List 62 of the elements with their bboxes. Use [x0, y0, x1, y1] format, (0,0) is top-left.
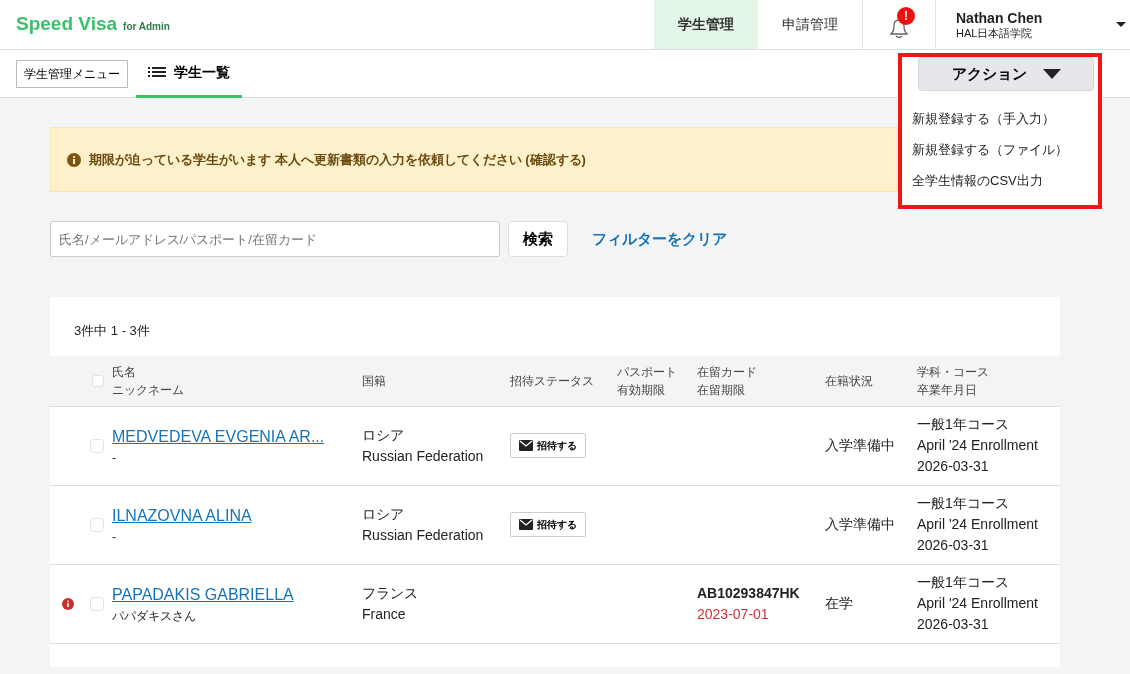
course-name: 一般1年コース	[917, 415, 1010, 434]
row-checkbox[interactable]	[90, 596, 104, 611]
column-header: パスポート 有効期限	[617, 363, 678, 399]
caret-icon	[1042, 69, 1061, 79]
caret-icon	[1116, 22, 1126, 27]
mail-icon	[519, 519, 533, 530]
nationality-ja: ロシア	[362, 425, 405, 445]
column-header: 招待ステータス	[510, 372, 595, 390]
course-term: April '24 Enrollment	[917, 594, 1039, 613]
course-term: April '24 Enrollment	[917, 515, 1039, 534]
mail-icon	[519, 440, 533, 451]
nationality-en: Russian Federation	[362, 525, 485, 545]
residence-card-expiry: 2023-07-01	[697, 604, 770, 624]
dropdown-item[interactable]: 全学生情報のCSV出力	[912, 165, 1043, 196]
menu-button[interactable]: 学生管理メニュー	[16, 59, 128, 88]
clear-filter-link[interactable]: フィルターをクリア	[592, 227, 727, 251]
invite-button[interactable]: 招待する	[510, 433, 586, 458]
user-school: HAL日本語学院	[956, 27, 1034, 39]
enrollment-status: 入学準備中	[825, 436, 896, 455]
enrollment-status: 在学	[825, 594, 854, 613]
notification-badge: !	[897, 7, 915, 25]
column-header: 在留カード 在留期限	[697, 363, 758, 399]
select-all-checkbox[interactable]	[92, 374, 104, 387]
brand-logo: Speed Visa	[16, 12, 118, 37]
column-header: 氏名 ニックネーム	[112, 363, 185, 399]
nationality-en: France	[362, 604, 407, 624]
dropdown-item[interactable]: 新規登録する（ファイル）	[912, 134, 1068, 165]
info-icon	[67, 152, 81, 167]
graduation-date: 2026-03-31	[917, 536, 990, 555]
nickname: パパダキスさん	[112, 607, 197, 625]
student-name-link[interactable]: PAPADAKIS GABRIELLA	[112, 585, 294, 603]
dropdown-item[interactable]: 新規登録する（手入力）	[912, 103, 1055, 134]
alert-text: 期限が迫っている学生がいます 本人へ更新書類の入力を依頼してください (確認する)	[89, 150, 586, 169]
enrollment-status: 入学準備中	[825, 515, 896, 534]
user-name: Nathan Chen	[956, 10, 1044, 25]
course-name: 一般1年コース	[917, 494, 1010, 513]
nickname: -	[112, 449, 117, 467]
search-field[interactable]: 氏名/メールアドレス/パスポート/在留カード	[50, 221, 500, 257]
nickname: -	[112, 528, 117, 546]
nationality-ja: ロシア	[362, 504, 405, 524]
student-name-link[interactable]: ILNAZOVNA ALINA	[112, 506, 252, 524]
residence-card-number: AB10293847HK	[697, 583, 801, 603]
row-checkbox[interactable]	[90, 438, 104, 453]
result-count: 3件中 1 - 3件	[73, 322, 151, 340]
nationality-en: Russian Federation	[362, 446, 485, 466]
brand-subtitle: for Admin	[123, 20, 170, 35]
row-checkbox[interactable]	[90, 517, 104, 532]
course-term: April '24 Enrollment	[917, 436, 1039, 455]
list-icon	[148, 66, 166, 78]
nav-tab[interactable]: 学生管理	[654, 0, 758, 49]
search-button[interactable]: 検索	[508, 221, 568, 257]
column-header: 在籍状況	[825, 372, 874, 390]
graduation-date: 2026-03-31	[917, 615, 990, 634]
column-header: 国籍	[362, 372, 387, 390]
list-tab[interactable]: 学生一覧	[136, 49, 242, 98]
column-header: 学科・コース 卒業年月日	[917, 363, 990, 399]
student-name-link[interactable]: MEDVEDEVA EVGENIA AR...	[112, 427, 325, 445]
course-name: 一般1年コース	[917, 573, 1010, 592]
action-button[interactable]: アクション	[918, 57, 1094, 91]
invite-button[interactable]: 招待する	[510, 512, 586, 537]
graduation-date: 2026-03-31	[917, 457, 990, 476]
nationality-ja: フランス	[362, 583, 419, 603]
